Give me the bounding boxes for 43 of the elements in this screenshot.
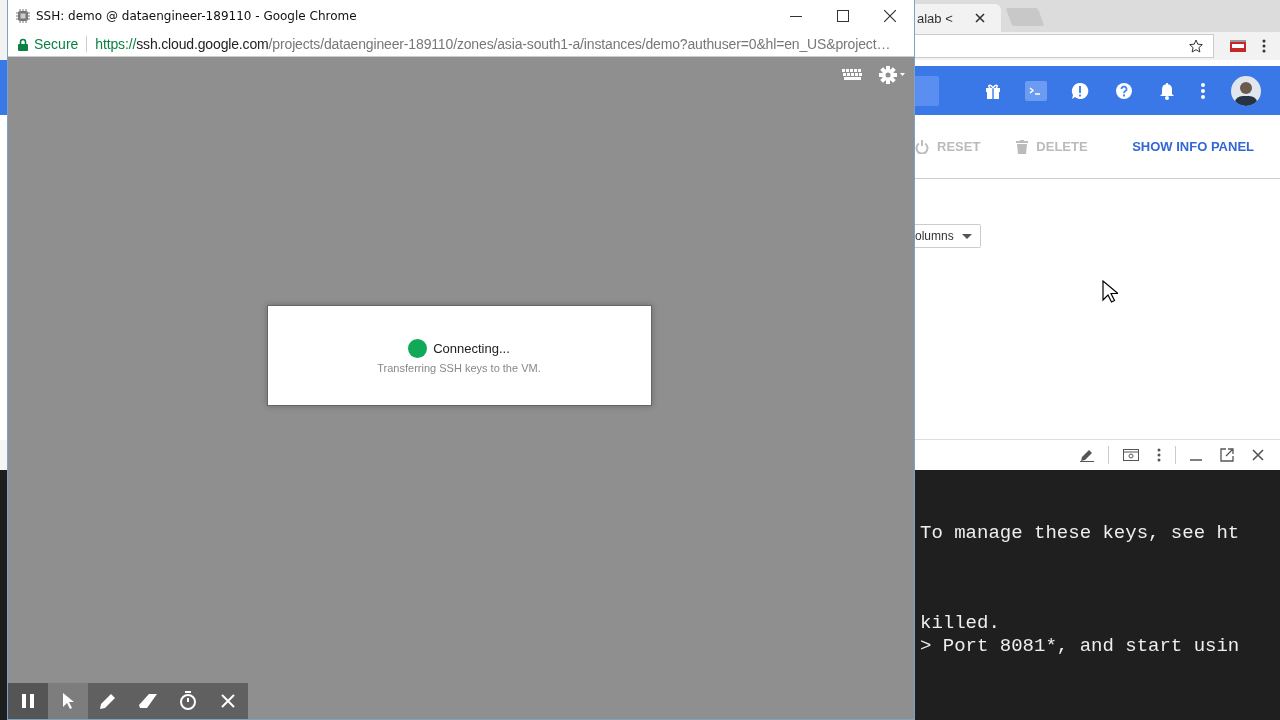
window-title: SSH: demo @ dataengineer-189110 - Google Chrome <box>36 9 357 23</box>
terminal-line: killed. <box>920 612 1001 635</box>
close-icon[interactable] <box>974 13 985 23</box>
status-text: Connecting... <box>433 341 510 356</box>
caret-icon <box>961 233 972 239</box>
more-icon[interactable] <box>1262 39 1266 53</box>
eraser-icon <box>138 693 158 709</box>
browser-tab[interactable]: alab < <box>915 4 1001 32</box>
show-info-panel-button[interactable]: SHOW INFO PANEL <box>1132 139 1254 154</box>
pause-tool[interactable] <box>8 683 48 719</box>
address-field[interactable] <box>915 34 1214 58</box>
star-icon[interactable] <box>1189 39 1203 53</box>
status-message: Transferring SSH keys to the VM. <box>377 362 541 374</box>
open-in-new-window-icon[interactable] <box>1220 448 1234 462</box>
chip-icon <box>16 9 30 23</box>
terminal-line: > Port 8081*, and start usin <box>920 635 1241 658</box>
url-text[interactable]: https://ssh.cloud.google.com/projects/dataengineer-189110/zones/asia-south1-a/instances/demo?authuser=0&hl=en_US&project… <box>95 36 891 52</box>
extension-icon[interactable] <box>1230 40 1246 52</box>
trash-icon <box>1016 139 1029 154</box>
pause-icon <box>21 693 35 709</box>
close-icon <box>220 693 236 709</box>
secure-label: Secure <box>34 36 79 52</box>
keyboard-icon[interactable] <box>842 69 864 81</box>
web-preview-icon[interactable] <box>1123 449 1139 461</box>
settings-icon[interactable] <box>878 65 906 85</box>
power-icon <box>915 139 929 154</box>
mouse-cursor-icon <box>1102 280 1118 304</box>
close-icon[interactable] <box>884 10 896 22</box>
more-icon[interactable] <box>1157 448 1161 462</box>
tab-title: alab < <box>917 10 953 26</box>
terminal-line: To manage these keys, see ht <box>920 522 1241 545</box>
lock-icon <box>18 37 28 51</box>
search-field[interactable] <box>915 75 939 106</box>
pointer-tool[interactable] <box>48 683 88 719</box>
pencil-icon[interactable] <box>1080 448 1094 462</box>
maximize-icon[interactable] <box>837 10 849 22</box>
status-dot <box>408 339 428 358</box>
close-icon[interactable] <box>1252 449 1264 461</box>
pencil-icon <box>99 692 117 710</box>
terminal-icon[interactable] <box>1025 80 1047 101</box>
columns-dropdown[interactable]: olumns <box>915 224 981 248</box>
stopwatch-icon <box>179 691 197 711</box>
pointer-icon <box>62 692 74 710</box>
